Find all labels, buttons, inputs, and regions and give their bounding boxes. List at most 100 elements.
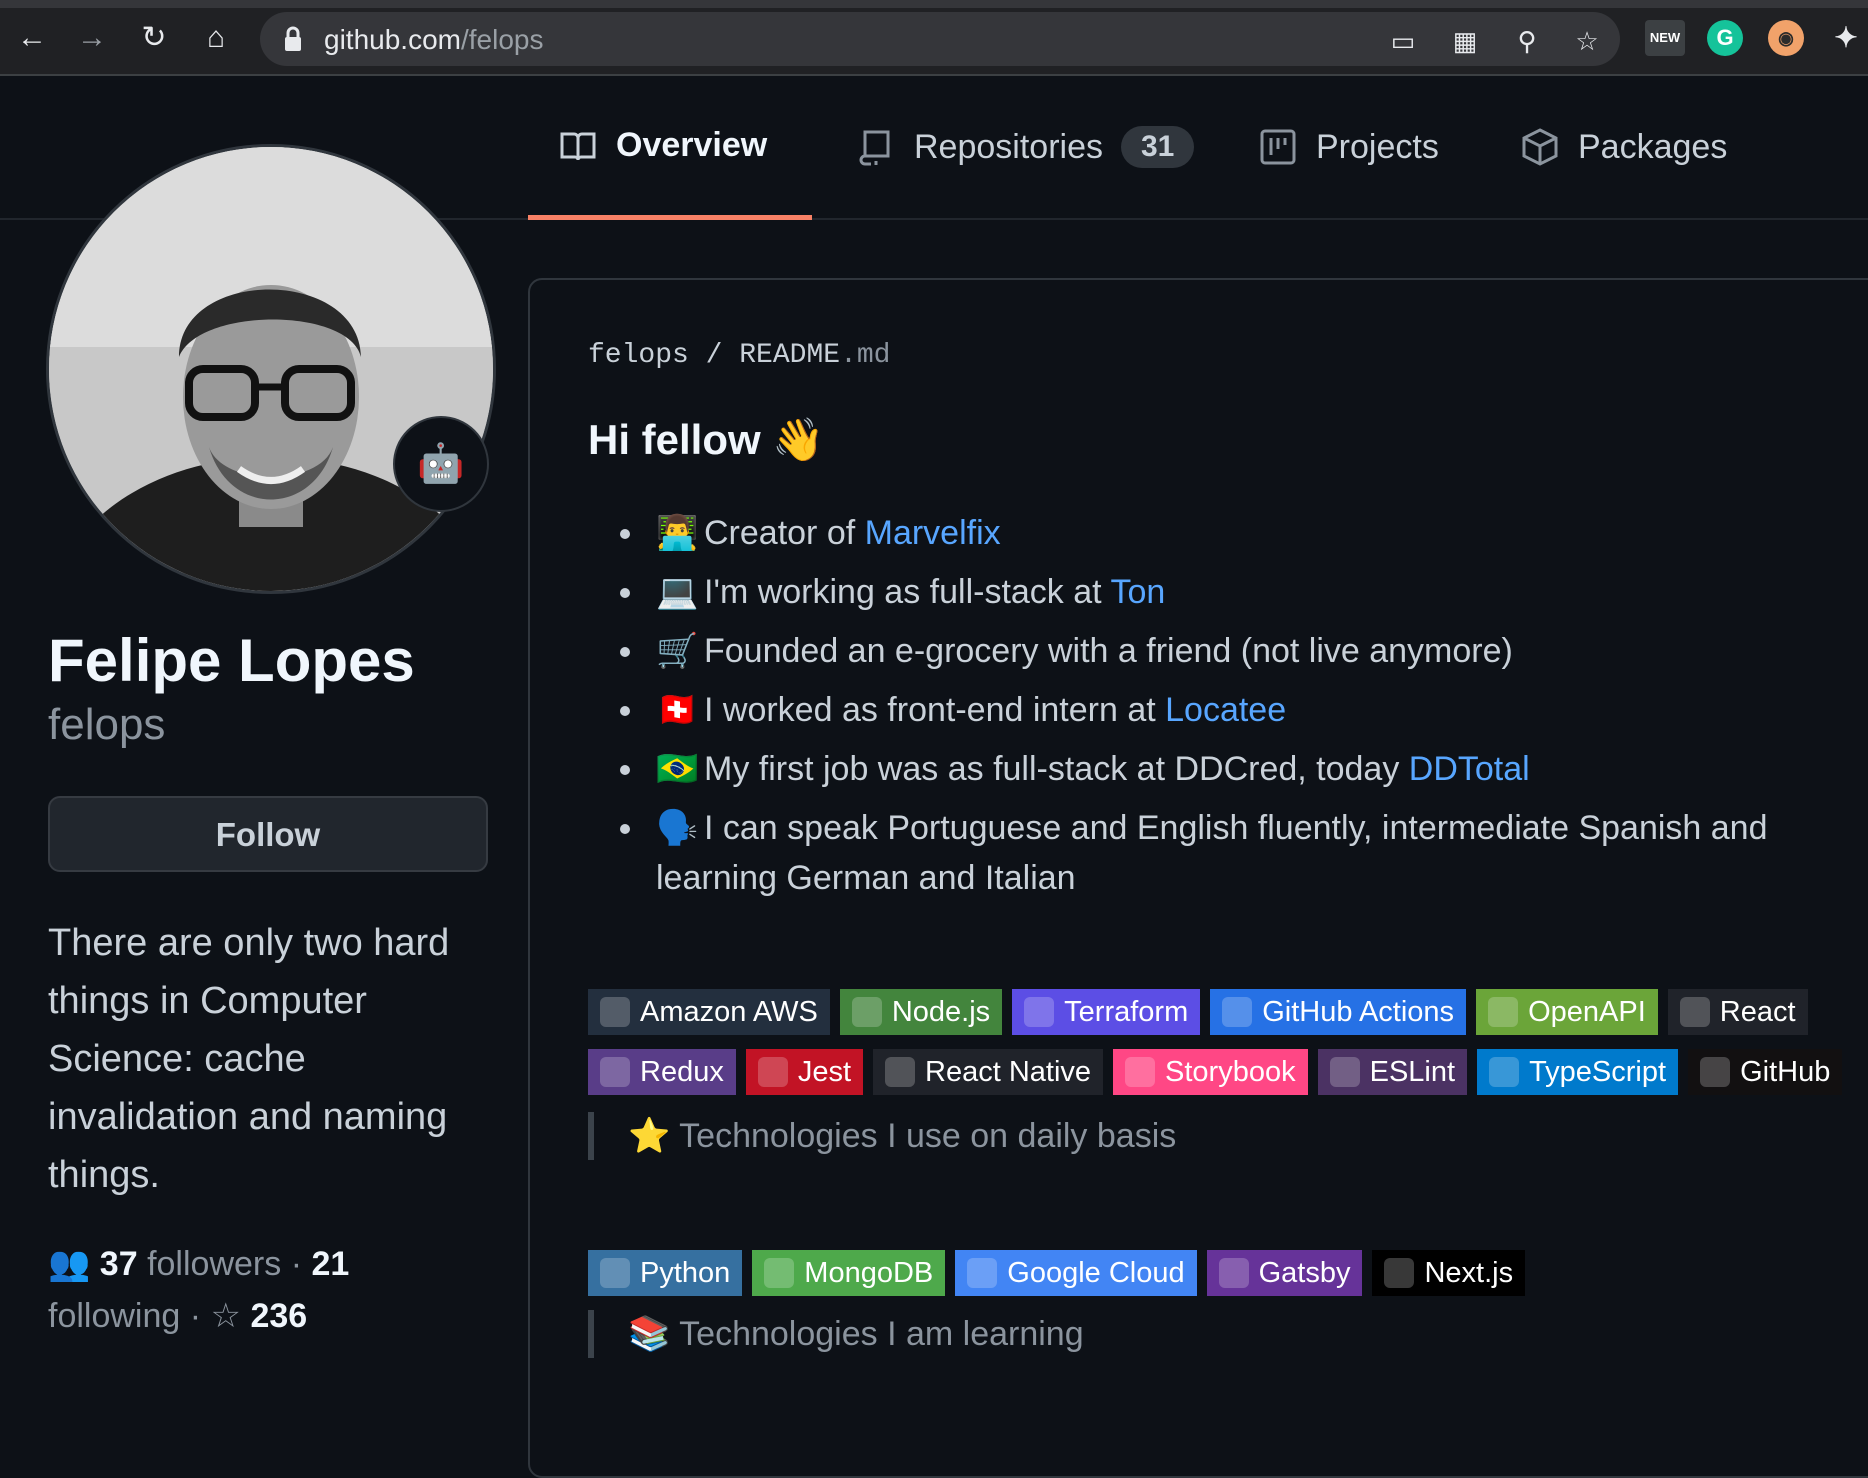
readme-file-ext: .md [840,340,891,371]
stars-count: 236 [250,1297,308,1335]
badge-label: Terraform [1064,995,1189,1028]
badge-label: MongoDB [804,1256,934,1289]
badge-label: Gatsby [1258,1256,1351,1289]
profile-login: felops [48,700,166,749]
avatar[interactable] [46,144,496,594]
readme-bullet-list: 👨‍💻 Creator of Marvelfix 💻 I'm working as … [588,508,1838,912]
badge-label: OpenAPI [1528,995,1646,1028]
github-icon [1700,1057,1731,1087]
badge-github[interactable]: GitHub [1688,1049,1843,1095]
back-icon[interactable]: ← [12,18,52,58]
book-icon [560,132,596,160]
badge-aws[interactable]: Amazon AWS [588,989,830,1035]
badge-label: React [1719,995,1796,1028]
cast-icon[interactable]: ▭ [1388,26,1418,56]
follow-button[interactable]: Follow [48,796,488,872]
aws-icon [600,997,630,1027]
learning-tech-badges: Python MongoDB Google Cloud Gatsby Next.js [588,1250,1868,1296]
badge-label: Python [640,1256,731,1289]
tab-repositories[interactable]: Repositories 31 [826,76,1224,218]
badge-label: GitHub [1740,1055,1831,1088]
followers-count: 37 [99,1245,138,1283]
badge-python[interactable]: Python [588,1250,743,1296]
bookmark-star-icon[interactable]: ☆ [1572,26,1602,56]
badge-label: GitHub Actions [1262,995,1455,1028]
marvelfix-link[interactable]: Marvelfix [865,514,1001,552]
repositories-counter: 31 [1120,126,1195,168]
badge-redux[interactable]: Redux [588,1049,736,1095]
new-extension-icon[interactable]: NEW [1645,20,1685,56]
badge-label: Redux [640,1055,724,1088]
status-robot-icon[interactable]: 🤖 [393,416,489,512]
qr-code-icon[interactable]: ▦ [1450,26,1480,56]
daily-tech-badges: Amazon AWS Node.js Terraform GitHub Actions… [588,989,1868,1095]
badge-label: Next.js [1424,1256,1514,1289]
badge-ts[interactable]: TypeScript [1477,1049,1679,1095]
star-icon: ☆ [210,1297,242,1335]
list-item: 🇨🇭 I worked as front-end intern at Locate… [588,685,1838,735]
badge-gcloud[interactable]: Google Cloud [955,1250,1197,1296]
following-count: 21 [311,1245,350,1283]
storybook-icon [1125,1057,1156,1087]
locatee-link[interactable]: Locatee [1165,691,1286,729]
learning-tech-caption: 📚 Technologies I am learning [588,1310,1084,1358]
readme-greeting: Hi fellow 👋 [588,416,825,463]
tab-repositories-label: Repositories [914,127,1103,166]
badge-terraform[interactable]: Terraform [1012,989,1201,1035]
reload-icon[interactable]: ↻ [134,18,174,58]
gha-icon [1222,997,1253,1027]
readme-file-base: README [739,340,841,371]
package-icon [1522,128,1558,166]
forward-icon[interactable]: → [72,18,112,58]
extensions-puzzle-icon[interactable]: ✦ [1828,20,1864,56]
ton-link[interactable]: Ton [1110,573,1165,611]
badge-openapi[interactable]: OpenAPI [1476,989,1658,1035]
badge-nextjs[interactable]: Next.js [1372,1250,1526,1296]
stars-link[interactable]: ☆ 236 [211,1297,308,1335]
tab-projects[interactable]: Projects [1228,76,1469,218]
list-item: 🇧🇷 My first job was as full-stack at DDCr… [588,744,1838,794]
avatar-extension-icon[interactable]: ◉ [1768,20,1804,56]
cart-emoji-icon: 🛒 [656,632,699,670]
badge-gha[interactable]: GitHub Actions [1210,989,1467,1035]
nextjs-icon [1384,1258,1415,1288]
readme-file-link[interactable]: README.md [739,340,890,371]
daily-tech-caption: ⭐ Technologies I use on daily basis [588,1112,1176,1160]
home-icon[interactable]: ⌂ [196,18,236,58]
browser-toolbar: ← → ↻ ⌂ github.com/felops ▭ ▦ ⚲ ☆ NEW G … [0,0,1868,76]
tab-packages[interactable]: Packages [1490,76,1757,218]
swiss-flag-icon: 🇨🇭 [656,691,699,729]
technologist-emoji-icon: 👨‍💻 [656,514,699,552]
bullet-text: Founded an e-grocery with a friend (not … [704,632,1513,670]
jest-icon [757,1057,788,1087]
bullet-text: I'm working as full-stack at [704,573,1111,611]
badge-storybook[interactable]: Storybook [1113,1049,1308,1095]
readme-owner-link[interactable]: felops [588,340,689,371]
tab-overview[interactable]: Overview [528,76,812,220]
badge-react[interactable]: React Native [873,1049,1104,1095]
eslint-icon [1329,1057,1360,1087]
badge-label: React Native [925,1055,1092,1088]
python-icon [600,1258,630,1288]
gatsby-icon [1218,1258,1249,1288]
grammarly-extension-icon[interactable]: G [1707,20,1743,56]
zoom-icon[interactable]: ⚲ [1512,26,1542,56]
followers-link[interactable]: 37 followers [100,1245,281,1283]
address-bar[interactable]: github.com/felops ▭ ▦ ⚲ ☆ [260,12,1620,66]
badge-react[interactable]: React [1667,989,1808,1035]
following-label: following [48,1297,181,1335]
badge-node[interactable]: Node.js [839,989,1003,1035]
badge-eslint[interactable]: ESLint [1317,1049,1468,1095]
badge-mongodb[interactable]: MongoDB [752,1250,946,1296]
readme-path: felops / README.md [588,340,891,371]
mongodb-icon [764,1258,795,1288]
tab-packages-label: Packages [1578,127,1728,166]
badge-jest[interactable]: Jest [745,1049,864,1095]
badge-gatsby[interactable]: Gatsby [1206,1250,1363,1296]
tab-strip-edge [0,0,1868,8]
ddtotal-link[interactable]: DDTotal [1409,750,1530,788]
brazil-flag-icon: 🇧🇷 [656,750,699,788]
badge-label: Node.js [891,995,991,1028]
bullet-text: I worked as front-end intern at [704,691,1166,729]
lock-icon [285,26,301,51]
